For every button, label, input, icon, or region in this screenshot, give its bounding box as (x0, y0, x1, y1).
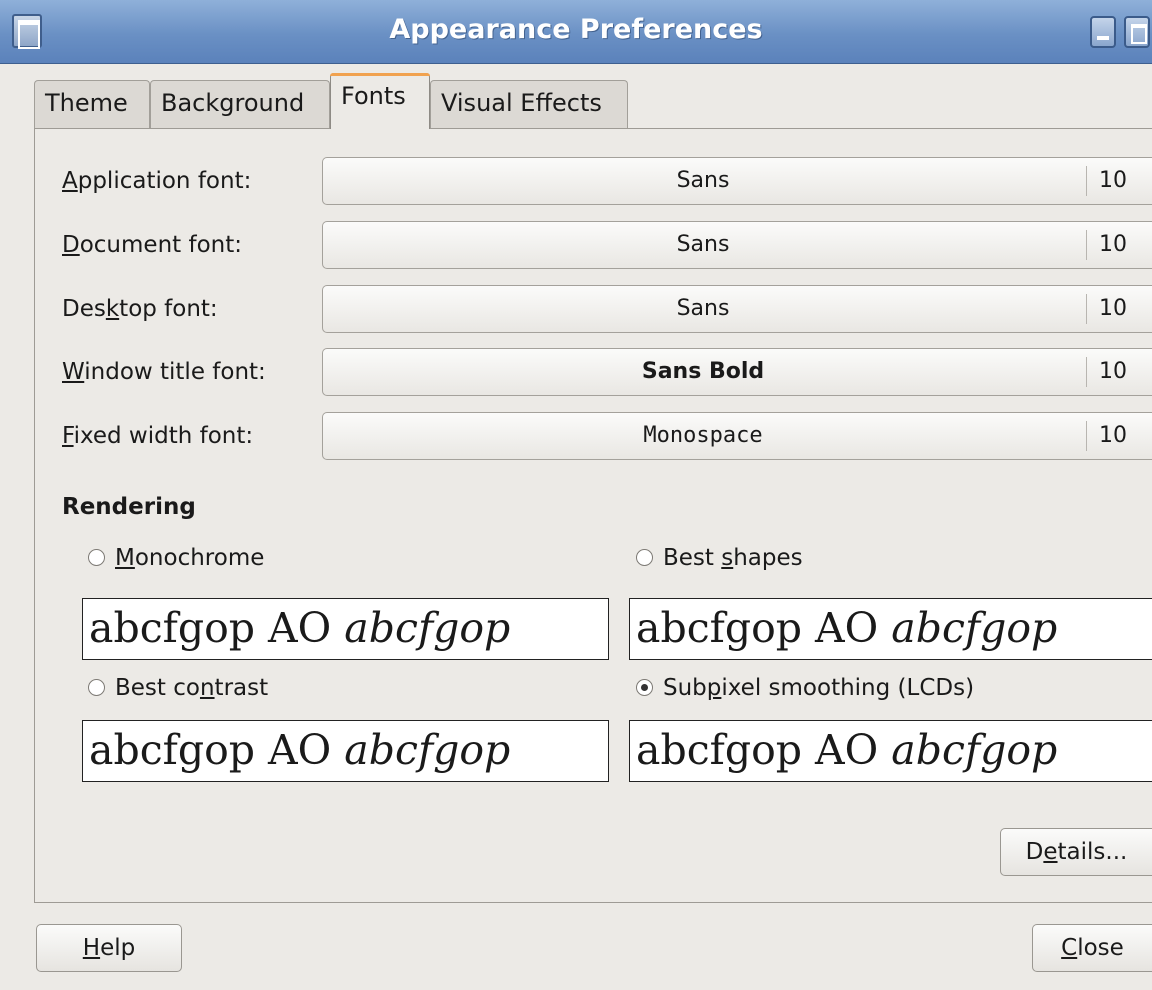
separator (1086, 166, 1087, 196)
monochrome-sample[interactable]: abcfgop AO abcfgop (82, 598, 609, 660)
desktop-font-label: Desktop font: (62, 296, 218, 322)
details-button[interactable]: Details... (1000, 828, 1152, 876)
tab-theme[interactable]: Theme (34, 80, 150, 128)
desktop-font-size: 10 (1099, 296, 1127, 321)
radio-best-contrast[interactable]: Best contrast (88, 675, 268, 701)
application-font-label: Application font: (62, 168, 252, 194)
minimize-button[interactable] (1090, 16, 1116, 48)
tab-visual-effects-label: Visual Effects (441, 89, 602, 117)
subpixel-smoothing-sample[interactable]: abcfgop AO abcfgop (629, 720, 1152, 782)
best-contrast-sample[interactable]: abcfgop AO abcfgop (82, 720, 609, 782)
application-font-button[interactable]: Sans 10 (322, 157, 1152, 205)
desktop-font-button[interactable]: Sans 10 (322, 285, 1152, 333)
best-shapes-sample[interactable]: abcfgop AO abcfgop (629, 598, 1152, 660)
separator (1086, 421, 1087, 451)
tab-visual-effects[interactable]: Visual Effects (430, 80, 628, 128)
tab-theme-label: Theme (45, 89, 128, 117)
document-font-family: Sans (676, 232, 730, 257)
window-title-font-button[interactable]: Sans Bold 10 (322, 348, 1152, 396)
radio-button-icon (636, 549, 653, 566)
document-font-size: 10 (1099, 232, 1127, 257)
desktop-font-family: Sans (676, 296, 730, 321)
application-font-family: Sans (676, 168, 730, 193)
separator (1086, 230, 1087, 260)
fixed-width-font-family: Monospace (643, 423, 763, 448)
radio-monochrome[interactable]: Monochrome (88, 545, 264, 571)
help-button[interactable]: Help (36, 924, 182, 972)
radio-button-selected-icon (636, 679, 653, 696)
window-title-font-label: Window title font: (62, 359, 266, 385)
fixed-width-font-size: 10 (1099, 423, 1127, 448)
radio-button-icon (88, 679, 105, 696)
rendering-heading: Rendering (62, 494, 196, 520)
window-title-font-size: 10 (1099, 359, 1127, 384)
radio-best-shapes[interactable]: Best shapes (636, 545, 803, 571)
window-title: Appearance Preferences (389, 14, 763, 45)
maximize-button[interactable] (1124, 16, 1150, 48)
document-font-label: Document font: (62, 232, 242, 258)
close-button[interactable]: Close (1032, 924, 1152, 972)
tab-background[interactable]: Background (150, 80, 330, 128)
separator (1086, 357, 1087, 387)
window-title-font-family: Sans Bold (641, 359, 765, 384)
fixed-width-font-label: Fixed width font: (62, 423, 254, 449)
tab-background-label: Background (161, 89, 305, 117)
title-bar: Appearance Preferences (0, 0, 1152, 64)
tab-fonts[interactable]: Fonts (330, 73, 430, 129)
application-font-size: 10 (1099, 168, 1127, 193)
document-font-button[interactable]: Sans 10 (322, 221, 1152, 269)
fixed-width-font-button[interactable]: Monospace 10 (322, 412, 1152, 460)
radio-subpixel-smoothing[interactable]: Subpixel smoothing (LCDs) (636, 675, 974, 701)
separator (1086, 294, 1087, 324)
radio-button-icon (88, 549, 105, 566)
tab-fonts-label: Fonts (341, 82, 406, 110)
